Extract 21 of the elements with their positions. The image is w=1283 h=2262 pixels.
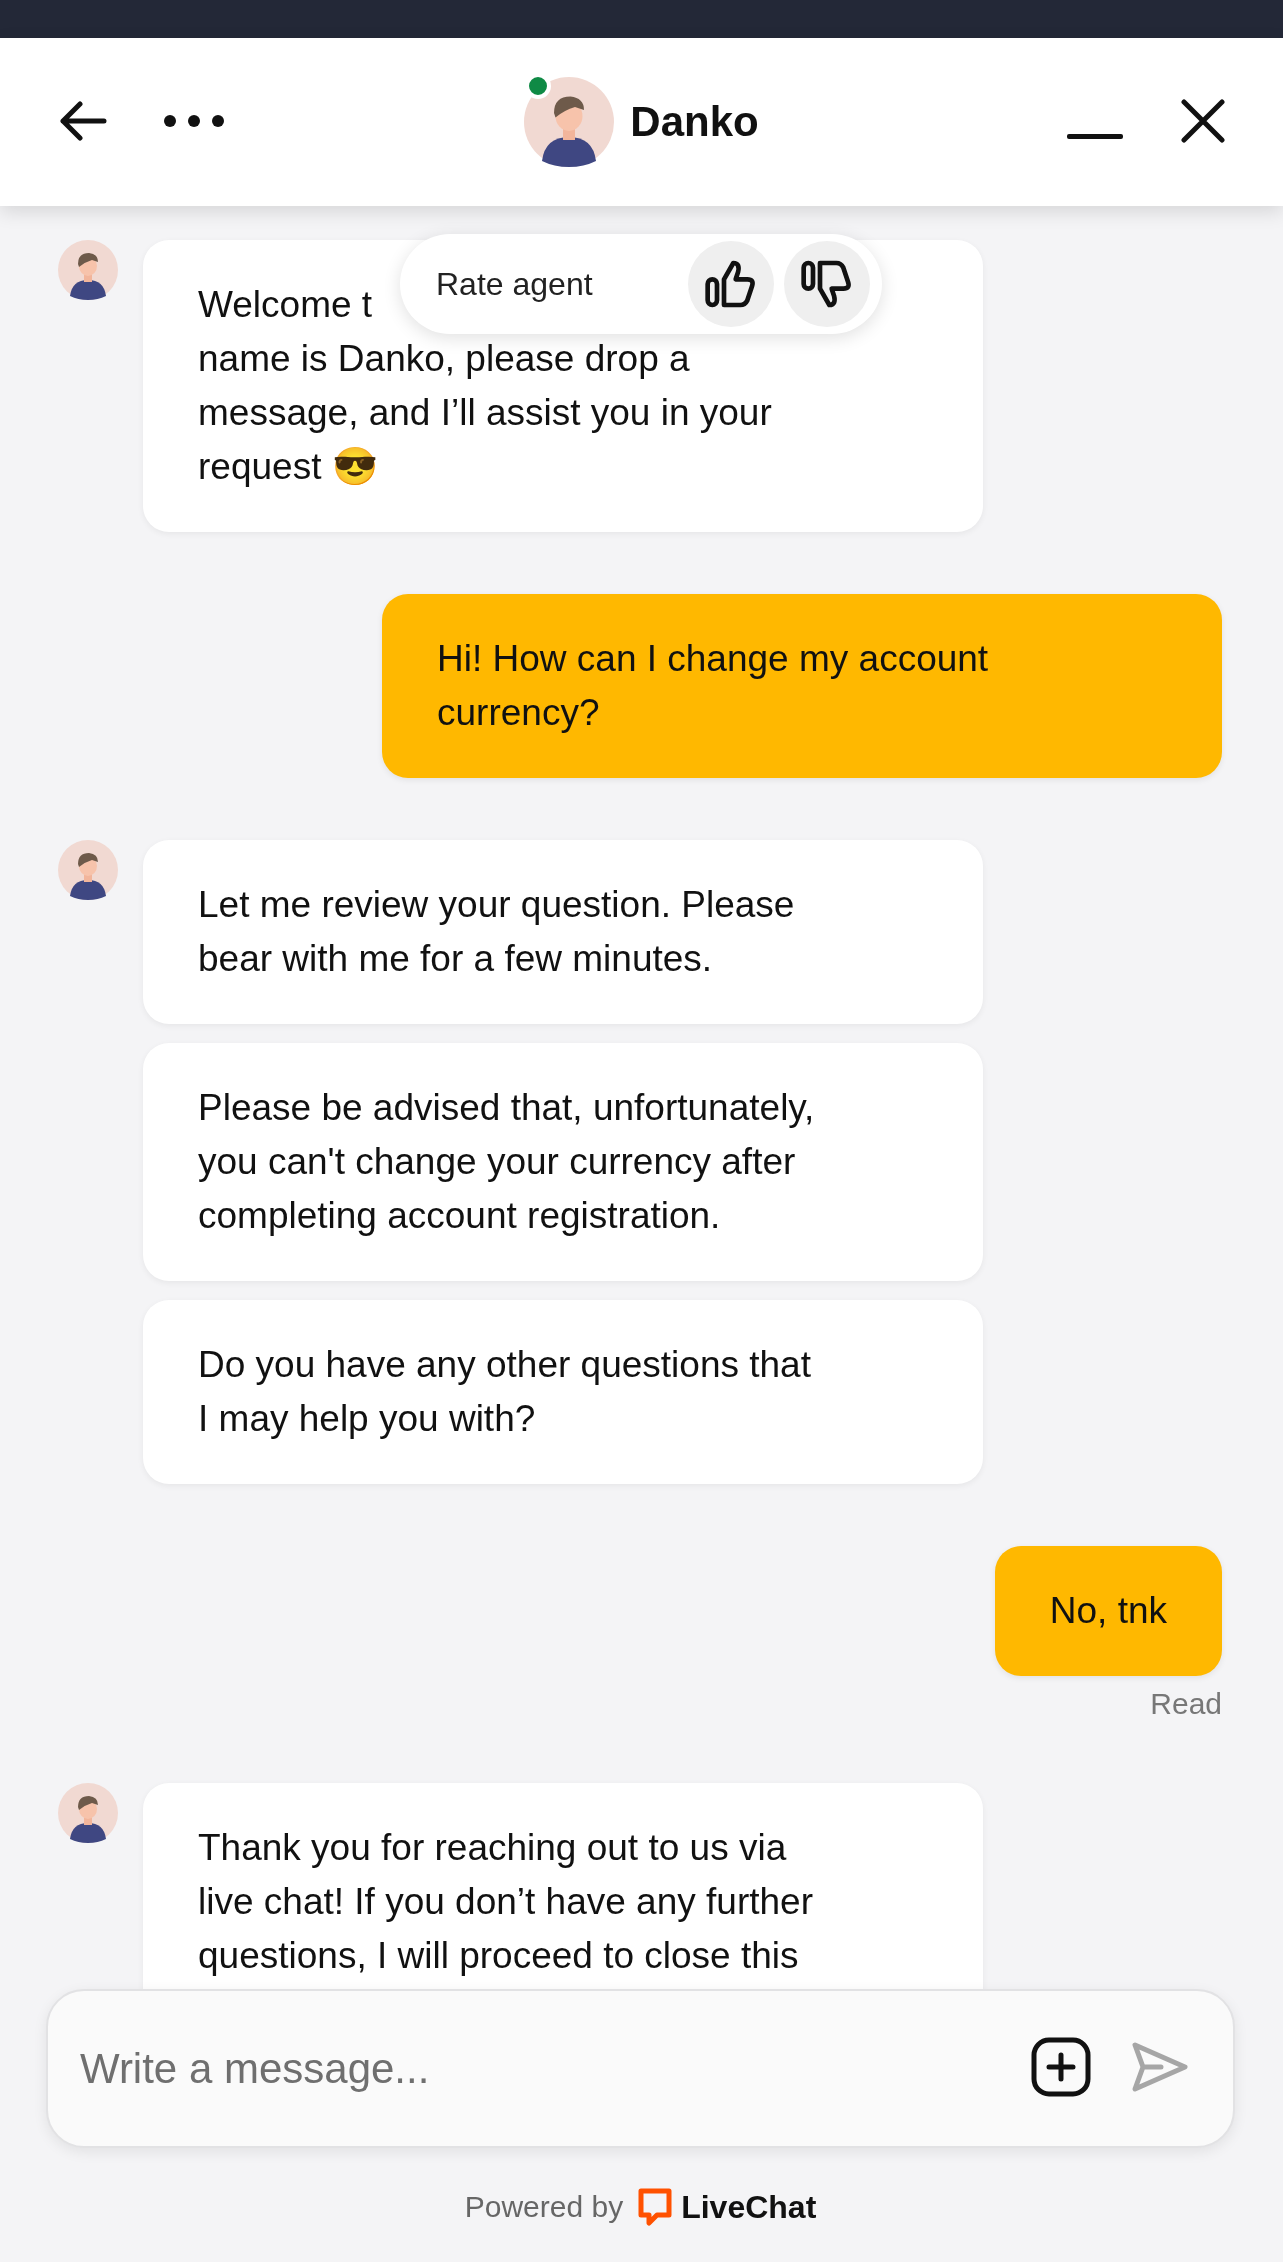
thumbs-down-button[interactable]: [784, 241, 870, 327]
message-bubble: Please be advised that, unfortunately, you can't change your currency after completing account registration.: [143, 1043, 983, 1281]
agent-avatar: [58, 1783, 118, 1843]
agent-name: Danko: [630, 98, 759, 146]
message-bubble: No, tnk: [994, 1546, 1222, 1676]
minimize-button[interactable]: [1067, 134, 1123, 140]
powered-by-label: Powered by: [464, 2190, 624, 2224]
message-bubble: Hi! How can I change my account currency?: [382, 594, 1222, 778]
back-button[interactable]: [58, 100, 108, 144]
minimize-icon: [1067, 134, 1123, 140]
rate-agent-label: Rate agent: [436, 265, 594, 303]
brand-name: LiveChat: [681, 2188, 817, 2226]
message-bubble: Do you have any other questions that I may help you with?: [143, 1300, 983, 1484]
speech-bubble-icon: [637, 2188, 674, 2226]
message-bubble: Let me review your question. Please bear with me for a few minutes.: [143, 840, 983, 1024]
read-receipt: Read: [1150, 1687, 1222, 1721]
attach-button[interactable]: [1031, 2037, 1091, 2100]
message-input-field[interactable]: Write a message...: [80, 2044, 991, 2093]
agent-avatar: [58, 840, 118, 900]
close-button[interactable]: [1181, 98, 1225, 146]
agent-avatar: [58, 240, 118, 300]
